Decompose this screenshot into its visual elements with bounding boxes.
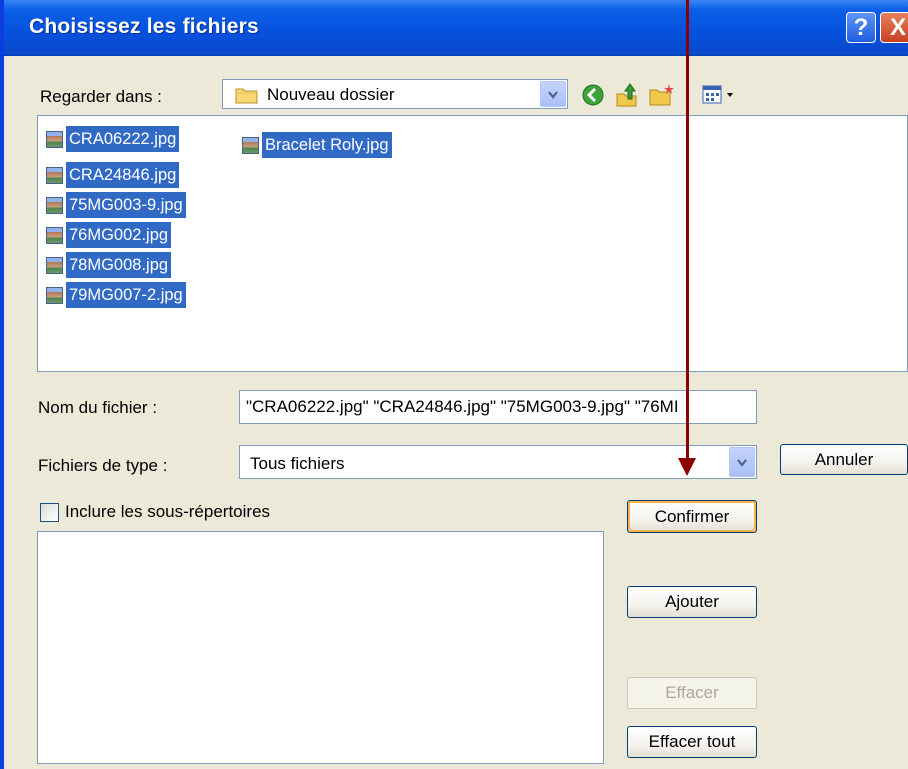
- file-name-input[interactable]: "CRA06222.jpg" "CRA24846.jpg" "75MG003-9…: [239, 390, 757, 424]
- title-bar[interactable]: Choisissez les fichiers ? X: [4, 0, 908, 56]
- include-subdirs-checkbox[interactable]: [40, 503, 59, 522]
- file-name-label: Nom du fichier :: [38, 398, 158, 417]
- list-item[interactable]: CRA06222.jpg: [42, 126, 180, 152]
- include-subdirs-label: Inclure les sous-répertoires: [65, 502, 271, 521]
- clear-all-button[interactable]: Effacer tout: [627, 726, 757, 758]
- list-item[interactable]: 76MG002.jpg: [42, 222, 172, 248]
- file-type-value: Tous fichiers: [250, 454, 345, 473]
- chevron-down-icon[interactable]: [729, 447, 755, 477]
- look-in-select[interactable]: Nouveau dossier: [222, 79, 568, 109]
- chevron-down-icon[interactable]: [540, 81, 566, 107]
- add-button[interactable]: Ajouter: [627, 586, 757, 618]
- dialog-title: Choisissez les fichiers: [29, 15, 259, 38]
- confirm-button[interactable]: Confirmer: [627, 500, 757, 533]
- image-file-icon: [46, 286, 63, 304]
- clear-button[interactable]: Effacer: [627, 677, 757, 709]
- view-menu-icon[interactable]: [700, 82, 740, 108]
- file-list[interactable]: CRA06222.jpg CRA24846.jpg 75MG003-9.jpg …: [37, 115, 908, 372]
- image-file-icon: [46, 166, 63, 184]
- annotation-arrow-head: [678, 458, 696, 476]
- selected-files-pane[interactable]: [37, 531, 604, 764]
- list-item[interactable]: CRA24846.jpg: [42, 162, 180, 188]
- list-item[interactable]: 75MG003-9.jpg: [42, 192, 186, 218]
- image-file-icon: [46, 256, 63, 274]
- file-dialog: Choisissez les fichiers ? X Regarder dan…: [0, 0, 908, 769]
- list-item[interactable]: 78MG008.jpg: [42, 252, 172, 278]
- image-file-icon: [242, 136, 259, 154]
- list-item[interactable]: Bracelet Roly.jpg: [238, 132, 392, 158]
- look-in-value: Nouveau dossier: [267, 85, 395, 104]
- up-folder-icon[interactable]: [614, 82, 640, 108]
- annotation-arrow: [686, 0, 689, 461]
- close-button[interactable]: X: [880, 12, 908, 43]
- file-type-label: Fichiers de type :: [38, 456, 168, 475]
- image-file-icon: [46, 226, 63, 244]
- image-file-icon: [46, 130, 63, 148]
- help-button[interactable]: ?: [846, 12, 876, 43]
- cancel-button[interactable]: Annuler: [780, 444, 908, 475]
- folder-icon: [235, 86, 259, 109]
- new-folder-icon[interactable]: [648, 82, 674, 108]
- image-file-icon: [46, 196, 63, 214]
- back-icon[interactable]: [580, 82, 606, 108]
- look-in-label: Regarder dans :: [40, 87, 162, 106]
- list-item[interactable]: 79MG007-2.jpg: [42, 282, 186, 308]
